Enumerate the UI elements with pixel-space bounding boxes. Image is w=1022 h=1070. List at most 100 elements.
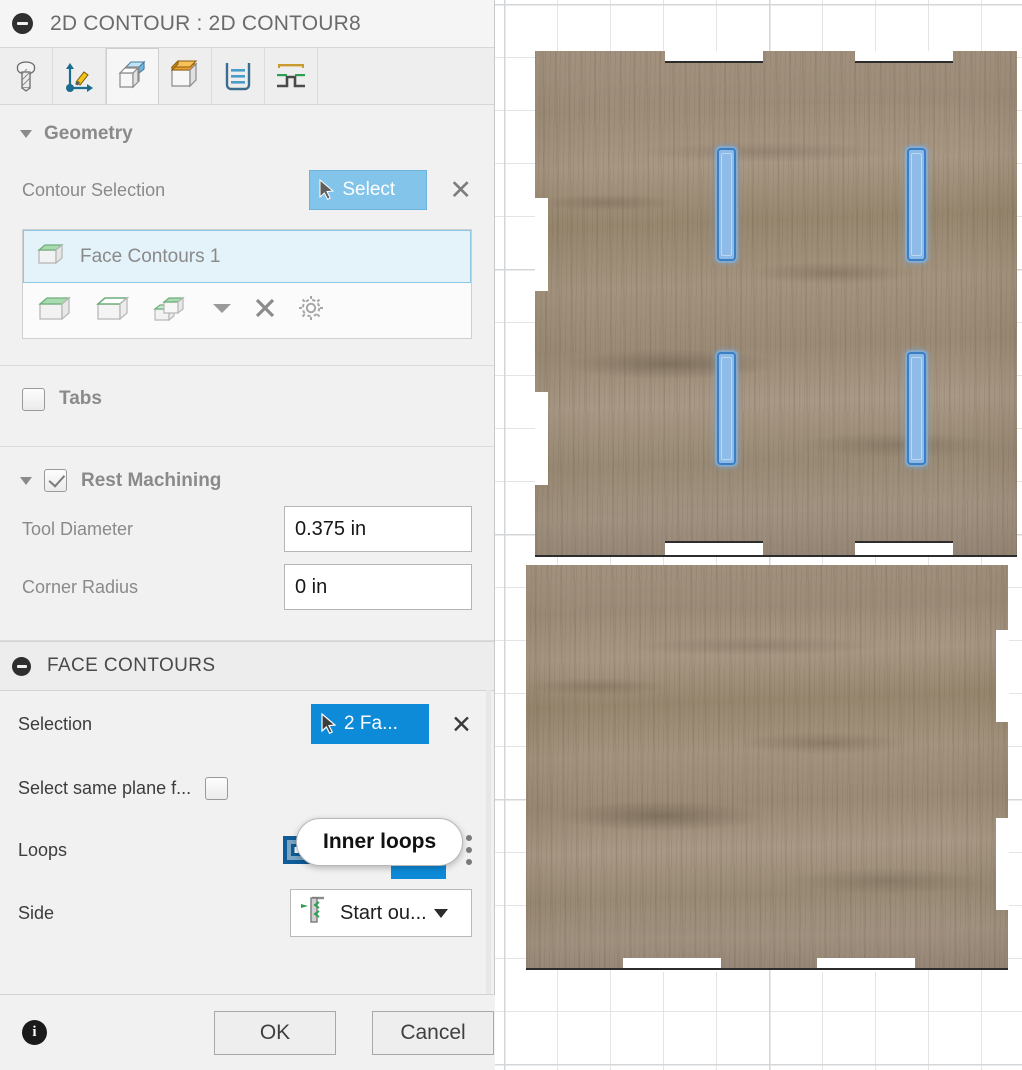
contour-selection-list: Face Contours 1	[22, 229, 472, 339]
panel-edge	[535, 555, 1017, 557]
same-plane-label: Select same plane f...	[18, 777, 192, 798]
same-plane-checkbox[interactable]	[205, 776, 229, 800]
side-value: Start ou...	[340, 901, 427, 924]
2d-contour-dialog: 2D CONTOUR : 2D CONTOUR8 Geometry Contou…	[0, 0, 495, 1070]
tool-diameter-row: Tool Diameter 0.375 in	[0, 500, 494, 558]
kebab-menu-icon[interactable]	[466, 835, 472, 865]
selection-item-label: Face Contours 1	[80, 245, 221, 267]
rest-machining-header[interactable]: Rest Machining	[0, 447, 494, 500]
panel-edge	[855, 61, 953, 63]
inner-loop-slot[interactable]	[907, 148, 926, 261]
cancel-button[interactable]: Cancel	[372, 1010, 494, 1055]
linking-ramp-icon	[275, 61, 307, 91]
notch	[535, 198, 548, 291]
dialog-title: 2D CONTOUR : 2D CONTOUR8	[50, 11, 361, 35]
inner-loop-slot[interactable]	[717, 148, 736, 261]
tabs-label: Tabs	[59, 388, 102, 409]
rest-machining-checkbox[interactable]	[44, 469, 67, 492]
face-contours-header[interactable]: FACE CONTOURS	[0, 641, 494, 691]
cube-outline-icon[interactable]	[95, 293, 133, 328]
tab-setup[interactable]	[53, 48, 106, 104]
start-outside-icon	[299, 893, 333, 933]
lower-plywood-panel[interactable]	[526, 565, 1008, 970]
upper-plywood-panel[interactable]	[535, 51, 1017, 556]
close-x-icon[interactable]: ✕	[451, 712, 472, 737]
geometry-faces-icon	[115, 59, 151, 93]
loops-label: Loops	[18, 839, 68, 860]
panel-edge	[526, 968, 1008, 970]
geometry-header-label: Geometry	[44, 123, 133, 144]
contour-selection-label: Contour Selection	[22, 179, 166, 200]
notch	[535, 392, 548, 485]
cube-top-face-icon[interactable]	[37, 293, 75, 328]
list-item[interactable]: Face Contours 1	[23, 230, 471, 283]
tab-geometry[interactable]	[106, 48, 159, 104]
tool-bit-icon	[13, 60, 39, 92]
minus-circle-icon[interactable]	[12, 656, 31, 676]
close-x-icon[interactable]: ✕	[449, 177, 472, 204]
notch	[665, 542, 763, 556]
tool-diameter-label: Tool Diameter	[22, 518, 134, 539]
tooltip: Inner loops	[296, 818, 464, 866]
ok-label: OK	[259, 1020, 291, 1044]
cam-3d-viewport[interactable]	[495, 0, 1022, 1070]
cube-stack-icon[interactable]	[153, 293, 191, 328]
face-contours-title: FACE CONTOURS	[47, 655, 216, 676]
contour-select-label: Select	[342, 179, 396, 200]
tab-heights[interactable]	[159, 48, 212, 104]
geometry-section-header[interactable]: Geometry	[0, 105, 494, 159]
dialog-tab-bar	[0, 48, 494, 105]
panel-scrollbar[interactable]	[486, 690, 491, 995]
inner-loop-slot[interactable]	[907, 352, 926, 465]
cursor-arrow-icon	[321, 713, 337, 735]
tool-diameter-input[interactable]: 0.375 in	[284, 506, 472, 552]
same-plane-row: Select same plane f...	[0, 757, 494, 819]
notch	[996, 630, 1009, 722]
face-selection-label: Selection	[18, 713, 93, 734]
selection-toolbar	[23, 283, 471, 338]
inner-loop-slot[interactable]	[717, 352, 736, 465]
gear-icon[interactable]	[297, 294, 325, 327]
tab-passes[interactable]	[212, 48, 265, 104]
cancel-label: Cancel	[400, 1020, 466, 1044]
notch	[996, 818, 1009, 910]
notch	[855, 542, 953, 556]
ok-button[interactable]: OK	[214, 1010, 336, 1055]
side-dropdown[interactable]: Start ou...	[290, 889, 472, 937]
minus-circle-icon[interactable]	[12, 13, 33, 34]
corner-radius-input[interactable]: 0 in	[284, 564, 472, 610]
passes-layers-icon	[222, 60, 254, 92]
info-glyph: i	[32, 1024, 37, 1040]
tabs-checkbox[interactable]	[22, 387, 45, 411]
corner-radius-value: 0 in	[295, 575, 328, 598]
panel-edge	[855, 541, 953, 543]
face-top-green-icon	[36, 240, 66, 273]
dialog-title-bar: 2D CONTOUR : 2D CONTOUR8	[0, 0, 494, 48]
panel-edge	[665, 61, 763, 63]
info-icon[interactable]: i	[22, 1020, 47, 1045]
axis-probe-icon	[63, 60, 95, 92]
panel-edge	[665, 541, 763, 543]
rest-machining-label: Rest Machining	[81, 469, 222, 491]
chevron-down-icon	[20, 130, 32, 138]
face-selection-row: Selection 2 Fa... ✕	[0, 691, 494, 757]
tab-linking[interactable]	[265, 48, 318, 104]
contour-select-button[interactable]: Select	[309, 170, 428, 210]
dialog-footer: i OK Cancel	[0, 994, 495, 1070]
corner-radius-row: Corner Radius 0 in	[0, 558, 494, 616]
close-x-icon[interactable]	[253, 296, 277, 325]
corner-radius-label: Corner Radius	[22, 576, 139, 597]
tool-diameter-value: 0.375 in	[295, 517, 367, 540]
side-label: Side	[18, 902, 55, 923]
chevron-down-icon	[20, 476, 32, 485]
caret-down-icon[interactable]	[433, 908, 448, 918]
stock-box-icon	[168, 60, 202, 92]
chevron-down-icon[interactable]	[211, 301, 233, 320]
face-selection-value: 2 Fa...	[344, 713, 398, 734]
dialog-content: Geometry Contour Selection Select ✕ Face…	[0, 105, 494, 1070]
face-selection-button[interactable]: 2 Fa...	[311, 704, 430, 744]
tabs-option-row[interactable]: Tabs	[0, 366, 494, 432]
side-row: Side Start ou...	[0, 881, 494, 945]
tab-tool[interactable]	[0, 48, 53, 104]
contour-selection-row: Contour Selection Select ✕	[0, 159, 494, 221]
